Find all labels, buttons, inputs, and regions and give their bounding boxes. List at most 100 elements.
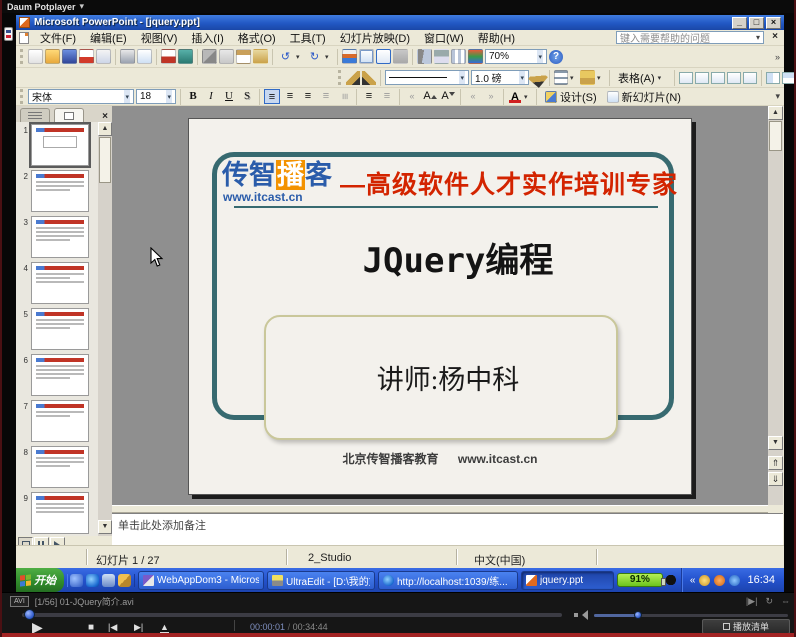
slide-scrollbar[interactable]: ▲ ▼ ⇑ ⇓: [768, 106, 783, 505]
quicklaunch-desktop-icon[interactable]: [102, 574, 115, 587]
minimize-button[interactable]: _: [732, 17, 747, 29]
distribute-button[interactable]: ≡: [318, 89, 334, 104]
font-color-button[interactable]: A: [508, 91, 522, 103]
undo-caret-icon[interactable]: ▾: [296, 53, 304, 61]
shadow-button[interactable]: S: [239, 89, 255, 104]
numbered-list-button[interactable]: ≡: [361, 89, 377, 104]
line-style-combo[interactable]: ▾: [385, 70, 469, 85]
thumbnail-image[interactable]: [31, 170, 89, 212]
open-icon[interactable]: [45, 49, 60, 64]
menu-tools[interactable]: 工具(T): [283, 29, 333, 47]
color-schemes-icon[interactable]: [468, 49, 483, 64]
paste-icon[interactable]: [236, 49, 251, 64]
distribute-columns-icon[interactable]: [782, 72, 796, 84]
cut-icon[interactable]: [202, 49, 217, 64]
thumbnail-image[interactable]: [31, 400, 89, 442]
scrollbar-thumb[interactable]: [99, 137, 111, 183]
format-painter-icon[interactable]: [253, 49, 268, 64]
thumbnail-image[interactable]: [31, 446, 89, 488]
toolbar-grip[interactable]: [20, 89, 24, 104]
align-left-button[interactable]: ≡: [264, 89, 280, 104]
scroll-down-icon[interactable]: ▼: [768, 436, 783, 450]
show-formatting-icon[interactable]: [434, 49, 449, 64]
loop-icon[interactable]: ↻: [765, 596, 773, 607]
thumbnail-item[interactable]: 5: [16, 308, 98, 352]
merge-cells-icon[interactable]: [679, 72, 693, 84]
italic-button[interactable]: I: [203, 89, 219, 104]
taskbar-task-jqueryppt[interactable]: jquery.ppt: [521, 571, 614, 590]
vertical-text-button[interactable]: ≡: [337, 89, 352, 105]
wrap-text-icon[interactable]: «: [404, 89, 420, 104]
save-icon[interactable]: [62, 49, 77, 64]
previous-button[interactable]: |◀: [108, 622, 117, 633]
line-width-caret-icon[interactable]: ▾: [519, 71, 525, 84]
bullet-list-button[interactable]: ≡: [379, 89, 395, 104]
font-name-combo[interactable]: 宋体 ▾: [28, 89, 134, 104]
start-button[interactable]: 开始: [16, 568, 64, 592]
previous-slide-button[interactable]: ⇑: [768, 456, 783, 470]
align-bottom-icon[interactable]: [743, 72, 757, 84]
thumbnail-item[interactable]: 1: [16, 124, 98, 168]
player-edge-icon[interactable]: [4, 27, 13, 41]
thumbnail-image[interactable]: [31, 216, 89, 258]
table-menu-button[interactable]: 表格(A) ▾: [614, 70, 670, 86]
quicklaunch-ie-icon[interactable]: [86, 574, 99, 587]
thumbnail-item[interactable]: 6: [16, 354, 98, 398]
print-preview-icon[interactable]: [137, 49, 152, 64]
undo-icon[interactable]: ↺: [277, 50, 294, 63]
bold-button[interactable]: B: [185, 89, 201, 104]
toolbar-grip[interactable]: [20, 49, 24, 64]
insert-hyperlink-icon[interactable]: [393, 49, 408, 64]
research-icon[interactable]: [178, 49, 193, 64]
tray-icon-3[interactable]: [729, 575, 740, 586]
volume-knob[interactable]: [634, 611, 642, 619]
quicklaunch-player-icon[interactable]: [70, 574, 83, 587]
font-color-caret-icon[interactable]: ▾: [524, 93, 532, 101]
ab-repeat-icon[interactable]: |▶|: [746, 596, 758, 607]
help-search-input[interactable]: 键入需要帮助的问题 ▾: [616, 31, 764, 44]
align-top-icon[interactable]: [711, 72, 725, 84]
font-size-combo[interactable]: 18 ▾: [136, 89, 176, 104]
tab-slides[interactable]: [54, 108, 84, 122]
tray-icon-2[interactable]: [714, 575, 725, 586]
notes-splitter[interactable]: [112, 505, 768, 513]
taskbar-task-webappdom[interactable]: WebAppDom3 - Microsof...: [138, 571, 264, 590]
outside-border-icon[interactable]: [554, 70, 568, 85]
help-caret-icon[interactable]: ▾: [756, 33, 760, 42]
grow-font-button[interactable]: A: [422, 89, 438, 104]
draw-table-icon[interactable]: [346, 71, 360, 85]
panel-close-icon[interactable]: ×: [98, 111, 112, 122]
distribute-rows-icon[interactable]: [766, 72, 780, 84]
menu-insert[interactable]: 插入(I): [184, 29, 230, 47]
scroll-up-icon[interactable]: ▲: [768, 106, 783, 120]
zoom-caret-icon[interactable]: ▾: [537, 50, 543, 63]
grid-icon[interactable]: [451, 49, 466, 64]
aspect-ratio-icon[interactable]: ⇔: [781, 596, 790, 607]
fill-color-icon[interactable]: [580, 70, 595, 85]
next-slide-button[interactable]: ⇓: [768, 472, 783, 486]
font-name-caret-icon[interactable]: ▾: [124, 90, 130, 103]
border-color-icon[interactable]: [528, 68, 548, 88]
thumbnail-image[interactable]: [31, 308, 89, 350]
thumbnail-image[interactable]: [31, 354, 89, 396]
split-cells-icon[interactable]: [695, 72, 709, 84]
thumbnail-item[interactable]: 2: [16, 170, 98, 214]
restore-button[interactable]: □: [749, 17, 764, 29]
redo-icon[interactable]: ↻: [306, 50, 323, 63]
tab-outline[interactable]: [20, 108, 50, 122]
stop-button[interactable]: ■: [88, 622, 94, 633]
decrease-indent-button[interactable]: «: [465, 89, 481, 104]
next-button[interactable]: ▶|: [134, 622, 143, 633]
thumbnail-item[interactable]: 3: [16, 216, 98, 260]
menu-format[interactable]: 格式(O): [231, 29, 283, 47]
tray-chevron-icon[interactable]: «: [690, 575, 696, 586]
menu-help[interactable]: 帮助(H): [471, 29, 522, 47]
align-center-button[interactable]: ≡: [282, 89, 298, 104]
thumbnail-image[interactable]: [31, 262, 89, 304]
taskbar-task-ultraedit[interactable]: UltraEdit - [D:\我的文档...: [267, 571, 375, 590]
permission-icon[interactable]: [79, 49, 94, 64]
thumbnail-scrollbar[interactable]: ▲ ▼: [98, 122, 112, 536]
menu-window[interactable]: 窗口(W): [417, 29, 471, 47]
increase-indent-button[interactable]: »: [483, 89, 499, 104]
scroll-up-icon[interactable]: ▲: [98, 122, 112, 136]
